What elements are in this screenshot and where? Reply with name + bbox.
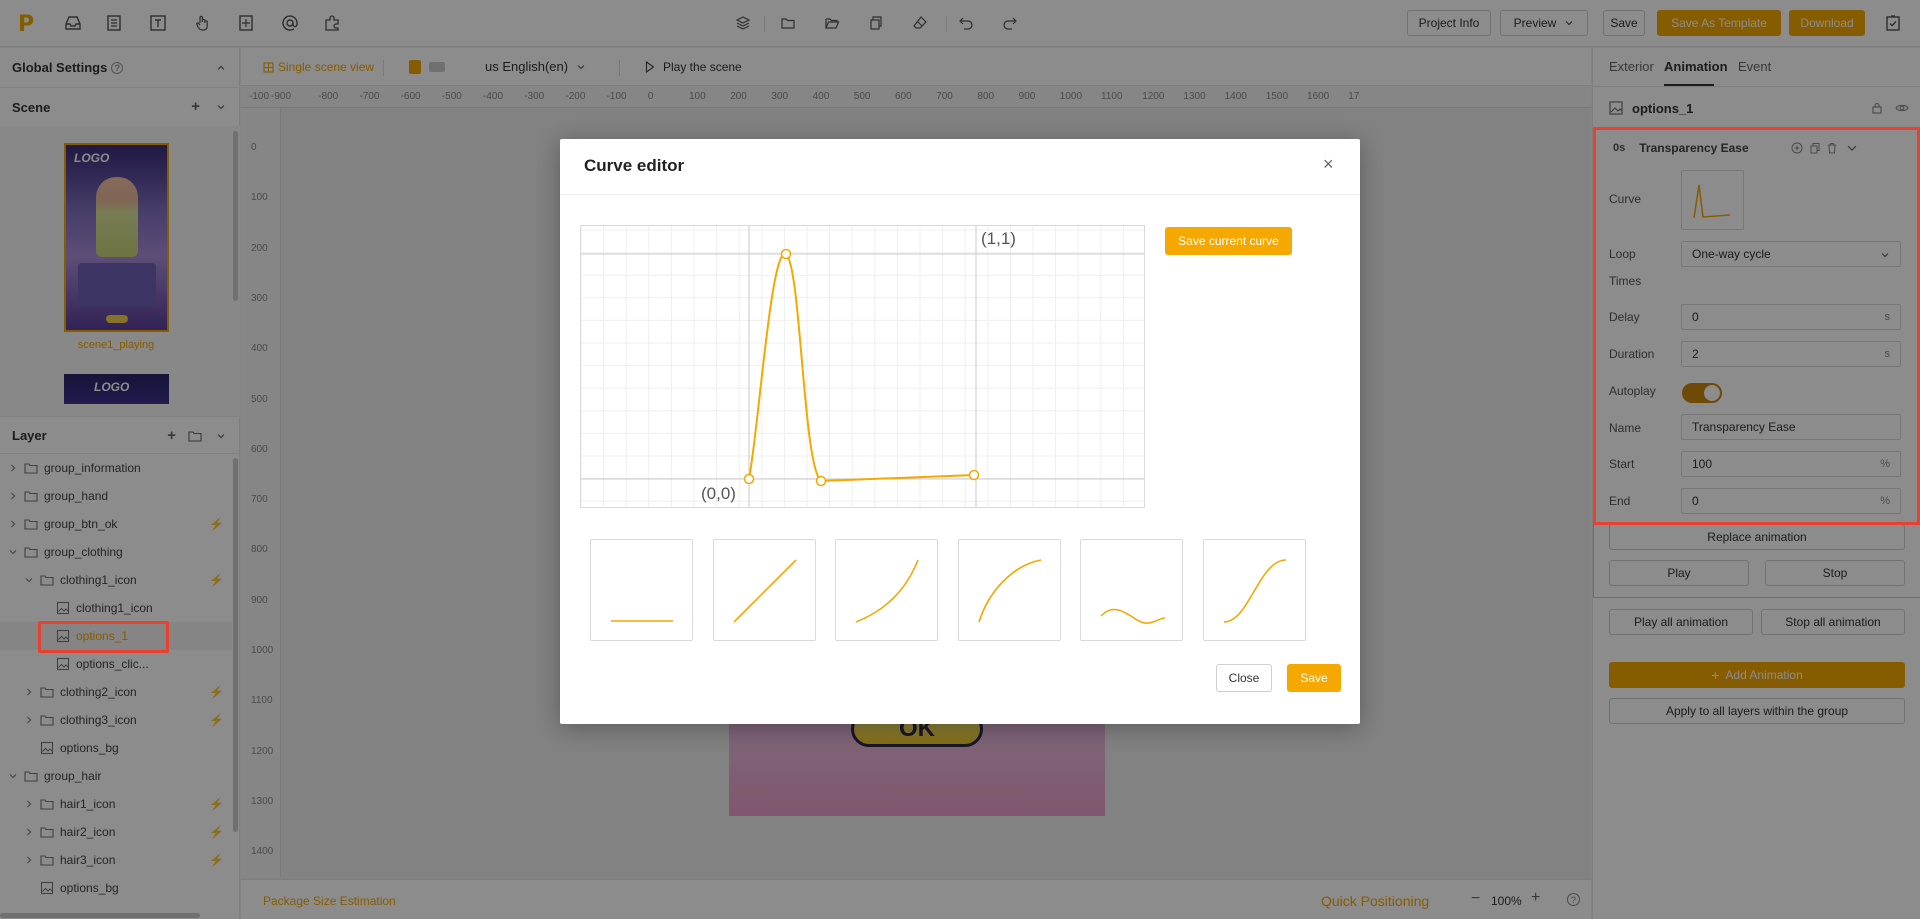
curve-preset-ease-in[interactable] xyxy=(835,539,938,641)
end-label: (1,1) xyxy=(981,229,1016,248)
close-button[interactable]: Close xyxy=(1216,664,1272,692)
curve-control-point[interactable] xyxy=(815,475,827,487)
curve-preset-constant[interactable] xyxy=(590,539,693,641)
curve-preset-icon xyxy=(977,559,1041,623)
curve-preset-icon xyxy=(855,559,919,623)
origin-label: (0,0) xyxy=(701,484,736,503)
curve-path xyxy=(748,252,975,483)
curve-preset-icon xyxy=(1100,608,1166,624)
curve-preset-wave[interactable] xyxy=(1080,539,1183,641)
close-icon[interactable]: × xyxy=(1323,154,1334,175)
highlight-selected-layer xyxy=(38,621,169,653)
curve-preset-icon xyxy=(732,559,797,623)
highlight-animation-card xyxy=(1593,127,1920,525)
dialog-title: Curve editor xyxy=(584,156,685,175)
curve-preset-linear[interactable] xyxy=(712,539,816,641)
curve-preset-icon xyxy=(1223,559,1286,623)
curve-preset-ease-in-out[interactable] xyxy=(1202,539,1306,641)
dialog-divider xyxy=(560,194,1360,195)
curve-control-point[interactable] xyxy=(968,469,980,481)
dialog-save-button[interactable]: Save xyxy=(1287,664,1341,692)
curve-canvas[interactable]: (0,0) (1,1) xyxy=(581,226,1144,507)
curve-graph[interactable]: (0,0) (1,1) xyxy=(580,225,1145,508)
curve-control-point[interactable] xyxy=(780,248,792,260)
curve-editor-dialog: Curve editor × (0,0) (1,1) Save current c… xyxy=(560,139,1360,724)
curve-preset-icon xyxy=(611,620,673,622)
save-current-curve-button[interactable]: Save current curve xyxy=(1165,227,1292,255)
curve-control-point[interactable] xyxy=(743,473,755,485)
curve-preset-ease-out[interactable] xyxy=(957,539,1061,641)
